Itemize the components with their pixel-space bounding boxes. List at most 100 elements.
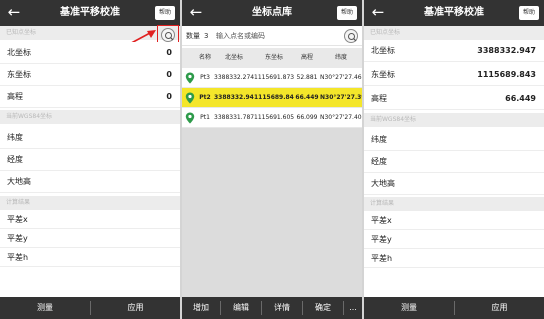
adjust-h-label: 平差h bbox=[7, 253, 29, 262]
top-bar: ← 基准平移校准 帮助 bbox=[0, 0, 180, 26]
map-pin-icon bbox=[185, 92, 195, 104]
cell-east: 1115689.843 bbox=[254, 94, 294, 101]
search-bar: 数量 3 bbox=[182, 26, 362, 46]
help-button[interactable]: 帮助 bbox=[155, 6, 175, 20]
section-wgs84: 当前WGS84坐标 bbox=[364, 113, 544, 127]
point-library-screen: ← 坐标点库 帮助 数量 3 名称 北坐标 东坐标 高程 纬度 bbox=[182, 0, 362, 319]
bottom-action-bar: 测量 应用 bbox=[0, 297, 180, 319]
table-row[interactable]: Pt3 3388332.274 1115691.873 52.881 N30°2… bbox=[182, 68, 362, 88]
cell-name: Pt1 bbox=[200, 114, 210, 121]
height-label: 高程 bbox=[7, 92, 23, 101]
confirm-button[interactable]: 确定 bbox=[303, 297, 343, 319]
table-header: 名称 北坐标 东坐标 高程 纬度 bbox=[182, 48, 362, 68]
cell-height: 66.099 bbox=[296, 114, 318, 121]
east-coordinate-row[interactable]: 东坐标 0 bbox=[0, 64, 180, 86]
adjust-x-row: 平差x bbox=[364, 211, 544, 230]
help-button[interactable]: 帮助 bbox=[337, 6, 357, 20]
adjust-y-row: 平差y bbox=[364, 230, 544, 249]
latitude-label: 纬度 bbox=[371, 135, 387, 144]
geodetic-height-row: 大地高 bbox=[0, 171, 180, 193]
adjust-h-row: 平差h bbox=[364, 249, 544, 268]
east-coordinate-label: 东坐标 bbox=[371, 70, 395, 79]
page-title: 基准平移校准 bbox=[424, 7, 484, 18]
column-header-east: 东坐标 bbox=[264, 54, 283, 61]
latitude-label: 纬度 bbox=[7, 133, 23, 142]
north-coordinate-row[interactable]: 北坐标 0 bbox=[0, 42, 180, 64]
north-coordinate-value: 0 bbox=[166, 48, 172, 57]
adjust-h-label: 平差h bbox=[371, 254, 393, 263]
north-coordinate-value: 3388332.947 bbox=[477, 46, 536, 55]
height-row[interactable]: 高程 66.449 bbox=[364, 88, 544, 110]
point-count-value: 3 bbox=[204, 32, 209, 40]
cell-height: 52.881 bbox=[296, 74, 318, 81]
bottom-action-bar: 增加 编辑 详情 确定 ... bbox=[182, 297, 362, 319]
geodetic-height-label: 大地高 bbox=[7, 177, 31, 186]
edit-button[interactable]: 编辑 bbox=[221, 297, 261, 319]
back-arrow-icon[interactable]: ← bbox=[188, 3, 204, 21]
measure-button[interactable]: 测量 bbox=[364, 297, 454, 319]
east-coordinate-value: 1115689.843 bbox=[477, 70, 536, 79]
top-bar: ← 基准平移校准 帮助 bbox=[364, 0, 544, 26]
back-arrow-icon[interactable]: ← bbox=[6, 3, 22, 21]
east-coordinate-row[interactable]: 东坐标 1115689.843 bbox=[364, 64, 544, 86]
geodetic-height-row: 大地高 bbox=[364, 173, 544, 195]
bottom-action-bar: 测量 应用 bbox=[364, 297, 544, 319]
latitude-row: 纬度 bbox=[364, 129, 544, 151]
top-bar: ← 坐标点库 帮助 bbox=[182, 0, 362, 26]
latitude-row: 纬度 bbox=[0, 127, 180, 149]
column-header-height: 高程 bbox=[300, 54, 313, 61]
cell-latitude: N30°27'27.46 bbox=[320, 74, 362, 81]
cell-north: 3388332.947 bbox=[214, 94, 254, 101]
section-result: 计算结果 bbox=[0, 196, 180, 210]
east-coordinate-label: 东坐标 bbox=[7, 70, 31, 79]
height-row[interactable]: 高程 0 bbox=[0, 86, 180, 108]
cell-north: 3388331.787 bbox=[214, 114, 254, 121]
search-icon[interactable] bbox=[344, 29, 358, 43]
longitude-label: 经度 bbox=[371, 157, 387, 166]
cell-east: 1115691.873 bbox=[254, 74, 294, 81]
adjust-y-label: 平差y bbox=[7, 234, 28, 243]
section-wgs84: 当前WGS84坐标 bbox=[0, 110, 180, 124]
column-header-latitude: 纬度 bbox=[334, 54, 347, 61]
adjust-y-row: 平差y bbox=[0, 229, 180, 248]
north-coordinate-label: 北坐标 bbox=[7, 48, 31, 57]
adjust-y-label: 平差y bbox=[371, 235, 392, 244]
empty-list-area bbox=[182, 128, 362, 297]
north-coordinate-row[interactable]: 北坐标 3388332.947 bbox=[364, 40, 544, 62]
back-arrow-icon[interactable]: ← bbox=[370, 3, 386, 21]
more-button[interactable]: ... bbox=[344, 297, 362, 319]
search-input[interactable] bbox=[216, 30, 336, 42]
column-header-north: 北坐标 bbox=[224, 54, 243, 61]
apply-button[interactable]: 应用 bbox=[455, 297, 544, 319]
longitude-label: 经度 bbox=[7, 155, 23, 164]
longitude-row: 经度 bbox=[364, 151, 544, 173]
measure-button[interactable]: 测量 bbox=[0, 297, 90, 319]
cell-height: 66.449 bbox=[295, 94, 319, 101]
table-row-selected[interactable]: Pt2 3388332.947 1115689.843 66.449 N30°2… bbox=[182, 88, 362, 108]
cell-north: 3388332.274 bbox=[214, 74, 254, 81]
east-coordinate-value: 0 bbox=[166, 70, 172, 79]
add-button[interactable]: 增加 bbox=[182, 297, 220, 319]
map-pin-icon bbox=[185, 112, 195, 124]
cell-name: Pt2 bbox=[199, 94, 211, 101]
apply-button[interactable]: 应用 bbox=[91, 297, 180, 319]
section-known-point: 已知点坐标 bbox=[364, 26, 544, 40]
cell-latitude: N30°27'27.40 bbox=[320, 114, 362, 121]
point-count-label: 数量 bbox=[186, 32, 200, 40]
screenshot-stage: ← 基准平移校准 帮助 已知点坐标 北坐标 0 东坐标 0 高程 0 当前WGS… bbox=[0, 0, 544, 319]
height-value: 66.449 bbox=[505, 94, 536, 103]
detail-button[interactable]: 详情 bbox=[262, 297, 302, 319]
north-coordinate-label: 北坐标 bbox=[371, 46, 395, 55]
table-row[interactable]: Pt1 3388331.787 1115691.605 66.099 N30°2… bbox=[182, 108, 362, 128]
adjust-x-label: 平差x bbox=[7, 215, 28, 224]
height-label: 高程 bbox=[371, 94, 387, 103]
calibration-screen-empty: ← 基准平移校准 帮助 已知点坐标 北坐标 0 东坐标 0 高程 0 当前WGS… bbox=[0, 0, 180, 319]
page-title: 基准平移校准 bbox=[60, 7, 120, 18]
help-button[interactable]: 帮助 bbox=[519, 6, 539, 20]
adjust-x-label: 平差x bbox=[371, 216, 392, 225]
geodetic-height-label: 大地高 bbox=[371, 179, 395, 188]
cell-east: 1115691.605 bbox=[254, 114, 294, 121]
map-pin-icon bbox=[185, 72, 195, 84]
height-value: 0 bbox=[166, 92, 172, 101]
adjust-h-row: 平差h bbox=[0, 248, 180, 267]
